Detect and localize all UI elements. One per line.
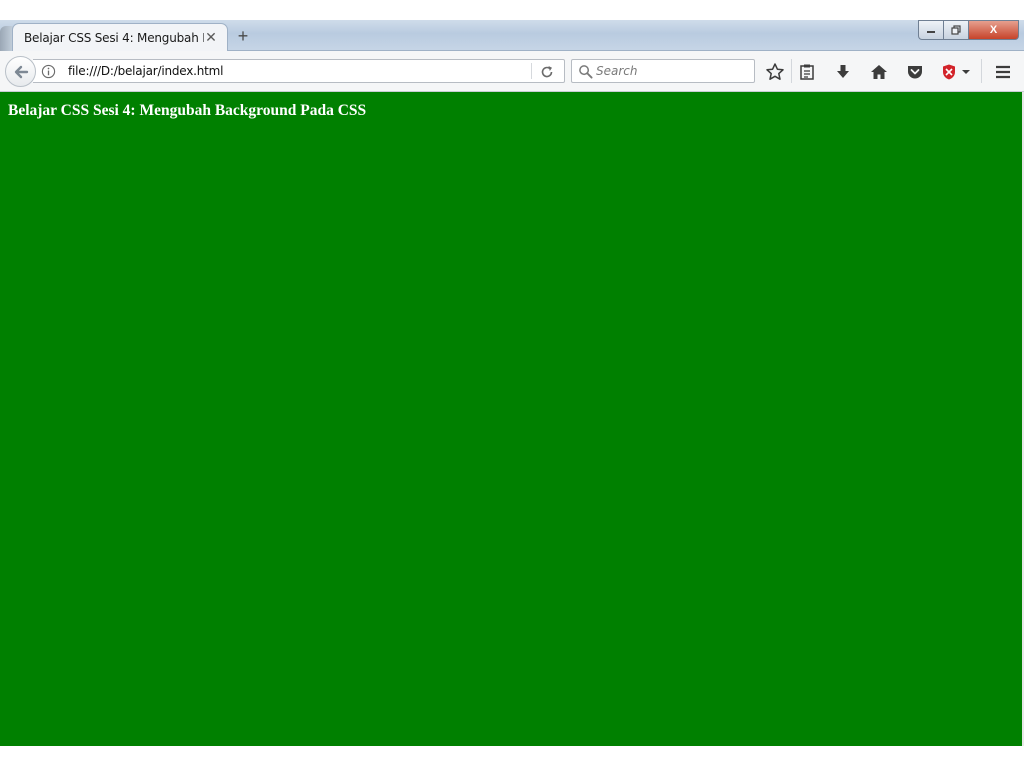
back-arrow-icon: [14, 65, 28, 78]
page-content: Belajar CSS Sesi 4: Mengubah Background …: [0, 92, 1022, 746]
restore-button[interactable]: [944, 20, 969, 40]
url-divider: [531, 63, 532, 79]
close-window-button[interactable]: X: [969, 20, 1019, 40]
new-tab-button[interactable]: +: [233, 26, 253, 46]
toolbar-separator: [791, 59, 792, 83]
page-heading: Belajar CSS Sesi 4: Mengubah Background …: [8, 102, 367, 119]
info-icon[interactable]: [41, 64, 56, 79]
reading-list-icon: [800, 64, 814, 80]
browser-window: Belajar CSS Sesi 4: Mengubah B... ✕ + X …: [0, 20, 1024, 746]
tab-close-icon[interactable]: ✕: [203, 29, 219, 45]
tab-title: Belajar CSS Sesi 4: Mengubah B...: [24, 31, 204, 45]
tab-strip: Belajar CSS Sesi 4: Mengubah B... ✕ + X: [0, 20, 1024, 52]
restore-icon: [951, 25, 961, 35]
screen-bottom-margin: [0, 746, 1024, 768]
download-icon: [837, 65, 849, 78]
close-window-icon: X: [989, 24, 998, 36]
adblock-button[interactable]: [940, 61, 972, 83]
navigation-toolbar: file:///D:/belajar/index.html: [0, 51, 1024, 92]
back-button[interactable]: [5, 56, 36, 87]
pocket-icon: [908, 66, 922, 79]
hamburger-menu-icon: [996, 65, 1010, 79]
url-text[interactable]: file:///D:/belajar/index.html: [68, 64, 224, 78]
reload-icon[interactable]: [538, 63, 556, 81]
tab-active[interactable]: Belajar CSS Sesi 4: Mengubah B... ✕: [12, 23, 228, 52]
bookmark-star-icon: [766, 63, 784, 80]
minimize-button[interactable]: [918, 20, 944, 40]
download-button[interactable]: [832, 61, 854, 83]
window-controls: X: [918, 20, 1021, 40]
menu-button[interactable]: [992, 61, 1014, 83]
home-button[interactable]: [868, 61, 890, 83]
bookmark-button[interactable]: [764, 61, 786, 83]
search-icon: [579, 65, 593, 79]
home-icon: [871, 65, 887, 79]
search-bar[interactable]: [571, 59, 755, 83]
search-input[interactable]: [596, 63, 746, 79]
reading-list-button[interactable]: [796, 61, 818, 83]
pocket-button[interactable]: [904, 61, 926, 83]
toolbar-separator: [981, 59, 982, 83]
address-bar[interactable]: file:///D:/belajar/index.html: [33, 59, 565, 83]
minimize-icon: [927, 31, 935, 33]
adblock-icon: [943, 64, 970, 80]
screen-top-margin: [0, 0, 1024, 20]
